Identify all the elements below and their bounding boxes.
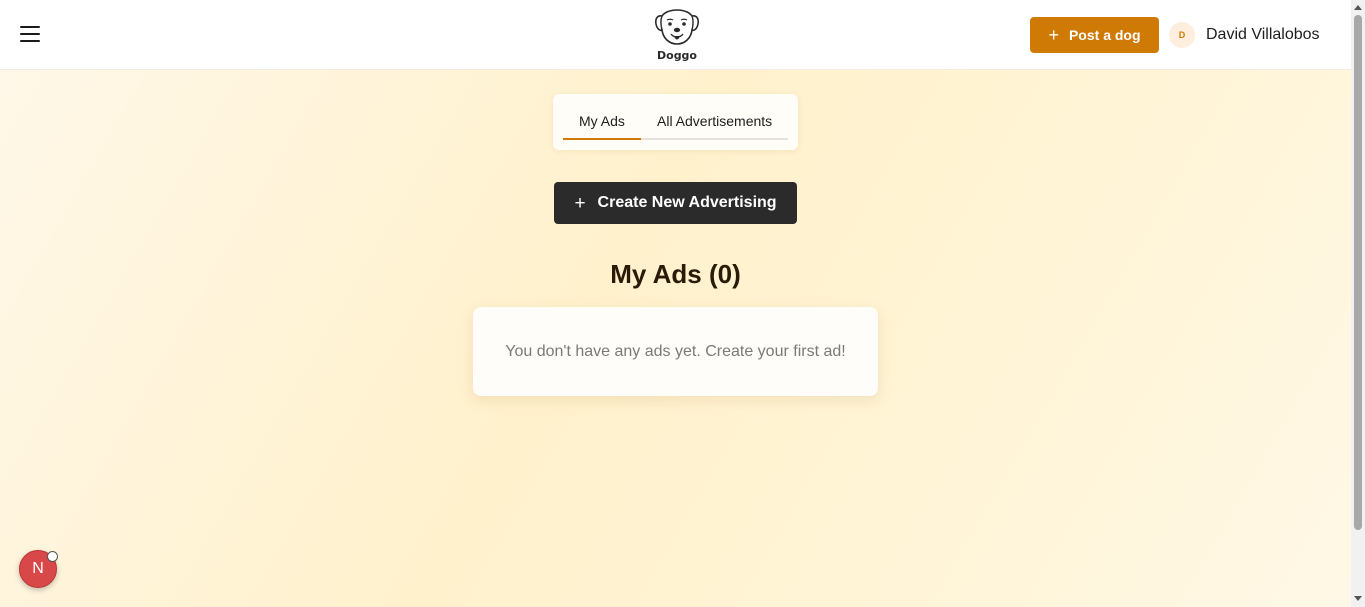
fab-label: N	[32, 560, 44, 577]
doggo-logo[interactable]: Doggo	[652, 7, 702, 63]
scroll-up-arrow-icon[interactable]	[1354, 5, 1362, 10]
post-a-dog-label: Post a dog	[1068, 27, 1141, 43]
tab-my-ads[interactable]: My Ads	[579, 113, 625, 129]
ads-tabs: My Ads All Advertisements	[553, 94, 798, 150]
scroll-down-arrow-icon[interactable]	[1354, 596, 1362, 601]
scrollbar-thumb[interactable]	[1354, 15, 1362, 530]
page-background: Doggo + Post a dog D David Villalobos My…	[0, 0, 1351, 607]
empty-state-card: You don't have any ads yet. Create your …	[473, 307, 878, 396]
tab-all-advertisements[interactable]: All Advertisements	[657, 113, 772, 129]
page-title: My Ads (0)	[610, 259, 741, 289]
create-new-advertising-button[interactable]: + Create New Advertising	[554, 182, 797, 224]
hamburger-menu-icon[interactable]	[20, 26, 40, 44]
logo-text: Doggo	[657, 49, 697, 62]
active-tab-indicator	[563, 138, 641, 140]
plus-icon: +	[1048, 25, 1059, 45]
notification-dot-icon	[47, 551, 58, 562]
top-header: Doggo + Post a dog D David Villalobos	[0, 0, 1351, 70]
vertical-scrollbar[interactable]	[1351, 0, 1365, 607]
user-name: David Villalobos	[1206, 26, 1320, 43]
post-a-dog-button[interactable]: + Post a dog	[1030, 17, 1159, 53]
user-menu[interactable]: D David Villalobos	[1169, 21, 1320, 49]
dog-face-icon	[655, 9, 699, 45]
create-new-advertising-label: Create New Advertising	[597, 194, 777, 211]
empty-state-message: You don't have any ads yet. Create your …	[505, 342, 846, 360]
avatar: D	[1169, 22, 1195, 48]
plus-icon: +	[574, 192, 586, 214]
